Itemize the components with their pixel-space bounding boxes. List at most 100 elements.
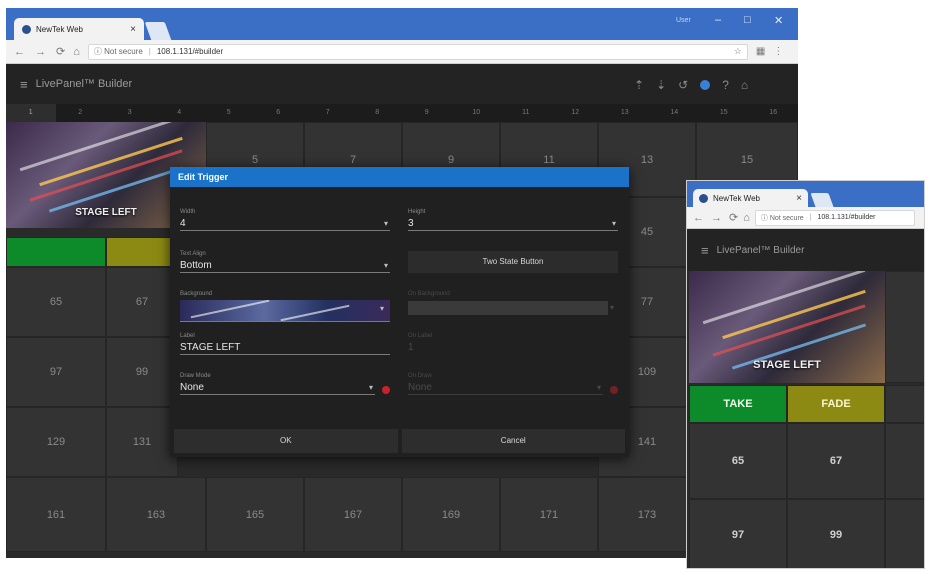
column-header[interactable]: 8 — [353, 104, 403, 122]
column-header[interactable]: 14 — [650, 104, 700, 122]
grid-cell[interactable]: 65 — [689, 423, 787, 499]
column-header[interactable]: 15 — [699, 104, 749, 122]
url-separator: | — [148, 47, 151, 56]
column-header[interactable]: 11 — [501, 104, 551, 122]
grid-cell[interactable]: 65 — [6, 267, 106, 337]
height-field[interactable]: Height 3 ▾ — [408, 209, 618, 231]
close-window-icon[interactable]: ✕ — [774, 14, 783, 27]
reload-icon[interactable]: ⟳ — [56, 45, 65, 58]
new-tab-button[interactable] — [144, 22, 172, 40]
bookmark-star-icon[interactable]: ☆ — [734, 46, 742, 57]
maximize-icon[interactable]: □ — [744, 14, 751, 26]
column-header[interactable]: 1 — [6, 104, 56, 122]
color-dot-icon[interactable] — [700, 80, 711, 90]
column-header[interactable]: 6 — [254, 104, 304, 122]
grid-cell[interactable]: 171 — [500, 477, 598, 552]
download-icon[interactable]: ⇣ — [656, 78, 666, 92]
grid-cell[interactable] — [885, 271, 924, 383]
forward-icon[interactable]: → — [711, 212, 722, 224]
grid-cell[interactable]: 99 — [787, 499, 885, 568]
home-page-icon[interactable]: ⌂ — [73, 46, 80, 58]
height-select[interactable]: 3 ▾ — [408, 217, 618, 231]
grid-cell[interactable]: 173 — [598, 477, 696, 552]
dropdown-caret-icon: ▾ — [368, 383, 373, 392]
width-field[interactable]: Width 4 ▾ — [180, 209, 390, 231]
security-indicator[interactable]: ⓘ Not secure — [94, 46, 143, 57]
take-cell[interactable] — [6, 237, 106, 267]
hamburger-menu-icon[interactable]: ≡ — [701, 243, 709, 258]
grid-cell[interactable]: 165 — [206, 477, 304, 552]
grid-cell[interactable]: 67 — [106, 267, 178, 337]
grid-cell[interactable]: 163 — [106, 477, 206, 552]
home-page-icon[interactable]: ⌂ — [743, 212, 750, 224]
extension-icon[interactable]: ▦ — [756, 46, 765, 57]
draw-mode-label: Draw Mode — [180, 373, 211, 379]
column-header[interactable]: 4 — [155, 104, 205, 122]
reload-icon[interactable]: ⟳ — [729, 211, 738, 224]
forward-icon[interactable]: → — [35, 46, 46, 58]
draw-mode-select[interactable]: None ▾ — [180, 381, 375, 395]
fade-button[interactable]: FADE — [787, 385, 885, 423]
newtek-favicon-icon — [699, 193, 708, 203]
column-header[interactable]: 9 — [402, 104, 452, 122]
column-header[interactable]: 10 — [452, 104, 502, 122]
dropdown-caret-icon: ▾ — [596, 383, 601, 392]
two-state-button[interactable]: Two State Button — [408, 251, 618, 273]
small-address-bar[interactable]: ⓘ Not secure | 108.1.131/#builder — [754, 209, 915, 226]
small-browser-window: NewTek Web × ← → ⟳ ⌂ ⓘ Not secure | 108.… — [686, 180, 925, 569]
grid-cell[interactable]: 97 — [6, 337, 106, 407]
small-browser-tab[interactable]: NewTek Web × — [693, 189, 808, 207]
column-header[interactable]: 12 — [551, 104, 601, 122]
dialog-title: Edit Trigger — [170, 167, 629, 187]
background-preview[interactable] — [180, 300, 390, 322]
back-icon[interactable]: ← — [14, 46, 25, 58]
grid-cell[interactable] — [885, 499, 924, 568]
on-draw-mode-label: On Draw — [408, 373, 432, 379]
column-header[interactable]: 3 — [105, 104, 155, 122]
column-header[interactable]: 5 — [204, 104, 254, 122]
grid-cell[interactable]: 129 — [6, 407, 106, 477]
text-align-select[interactable]: Bottom ▾ — [180, 259, 390, 273]
user-badge[interactable]: User — [676, 17, 691, 24]
security-indicator[interactable]: ⓘ Not secure — [761, 213, 804, 223]
grid-cell[interactable] — [885, 385, 924, 423]
small-tab-close-icon[interactable]: × — [796, 193, 802, 204]
ok-button[interactable]: OK — [174, 429, 398, 453]
column-header[interactable]: 7 — [303, 104, 353, 122]
tab-close-icon[interactable]: × — [130, 24, 136, 35]
address-bar[interactable]: ⓘ Not secure | 108.1.131/#builder ☆ — [87, 43, 748, 60]
hamburger-menu-icon[interactable]: ≡ — [20, 77, 28, 92]
grid-cell[interactable]: 99 — [106, 337, 178, 407]
kebab-menu-icon[interactable]: ⋮ — [773, 46, 783, 57]
small-stage-left-image-cell[interactable]: STAGE LEFT — [689, 271, 885, 383]
take-button[interactable]: TAKE — [689, 385, 787, 423]
upload-icon[interactable]: ⇡ — [634, 78, 644, 92]
home-icon[interactable]: ⌂ — [741, 78, 748, 92]
background-field[interactable]: Background — [180, 291, 390, 299]
grid-cell[interactable]: 131 — [106, 407, 178, 477]
draw-mode-field[interactable]: Draw Mode None ▾ — [180, 373, 375, 395]
back-icon[interactable]: ← — [693, 212, 704, 224]
history-icon[interactable]: ↺ — [678, 78, 688, 92]
text-align-field[interactable]: Text Align Bottom ▾ — [180, 251, 390, 273]
label-field[interactable]: Label STAGE LEFT — [180, 333, 390, 355]
grid-cell[interactable]: 169 — [402, 477, 500, 552]
width-select[interactable]: 4 ▾ — [180, 217, 390, 231]
grid-cell[interactable]: 167 — [304, 477, 402, 552]
cancel-button[interactable]: Cancel — [401, 429, 625, 453]
grid-cell[interactable] — [885, 423, 924, 499]
help-icon[interactable]: ? — [722, 78, 729, 92]
text-align-value: Bottom — [180, 260, 212, 271]
grid-cell[interactable]: 67 — [787, 423, 885, 499]
column-header[interactable]: 16 — [749, 104, 799, 122]
record-color-icon[interactable] — [382, 386, 390, 394]
grid-cell[interactable]: 161 — [6, 477, 106, 552]
fade-cell[interactable] — [106, 237, 178, 267]
column-header[interactable]: 13 — [600, 104, 650, 122]
label-input[interactable]: STAGE LEFT — [180, 341, 390, 355]
minimize-icon[interactable]: – — [715, 14, 721, 26]
small-new-tab-button[interactable] — [810, 193, 834, 207]
column-header[interactable]: 2 — [56, 104, 106, 122]
browser-tab[interactable]: NewTek Web × — [14, 18, 144, 40]
grid-cell[interactable]: 97 — [689, 499, 787, 568]
